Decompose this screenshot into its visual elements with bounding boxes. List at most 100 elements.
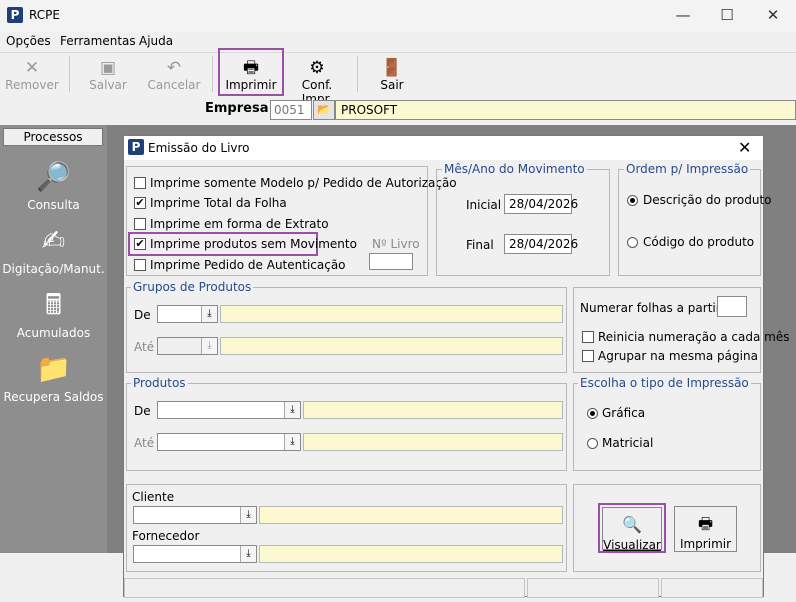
checkbox-modelo-pedido[interactable] <box>134 177 146 189</box>
fornecedor-label: Fornecedor <box>132 529 200 543</box>
n-livro-input[interactable] <box>369 253 413 270</box>
ordem-title: Ordem p/ Impressão <box>624 162 751 176</box>
radio-codigo[interactable] <box>627 237 638 248</box>
menu-ajuda[interactable]: Ajuda <box>139 34 173 48</box>
produtos-title: Produtos <box>131 376 188 390</box>
dropdown-arrow-icon[interactable]: ⤓ <box>240 507 256 523</box>
sidebar-item-recupera-saldos[interactable]: 📁 Recupera Saldos <box>0 352 107 404</box>
produtos-ate-label: Até <box>134 436 155 450</box>
option-label: Imprime somente Modelo p/ Pedido de Auto… <box>150 176 457 190</box>
minimize-button[interactable]: — <box>660 0 706 32</box>
tipo-impressao-group <box>573 383 761 471</box>
floppy-disk-icon: ▣ <box>99 58 117 78</box>
produtos-de-desc <box>303 401 563 419</box>
grupos-ate-label: Até <box>134 340 155 354</box>
dropdown-arrow-icon[interactable]: ⤓ <box>284 434 300 450</box>
conf-impr-button[interactable]: ⚙ Conf. Impr. <box>285 54 349 106</box>
close-window-button[interactable]: ✕ <box>750 0 796 32</box>
sidebar-item-consulta[interactable]: 🔎 Consulta <box>0 160 107 212</box>
hand-writing-icon: ✍ <box>41 224 66 257</box>
menu-opcoes[interactable]: Opções <box>6 34 51 48</box>
x-icon: ✕ <box>24 58 40 78</box>
maximize-button[interactable]: ☐ <box>704 0 750 32</box>
imprimir-toolbar-button[interactable]: 🖶 Imprimir <box>218 48 284 96</box>
checkbox-extrato[interactable] <box>134 218 146 230</box>
cliente-combo[interactable]: ⤓ <box>133 506 257 524</box>
dropdown-arrow-icon[interactable]: ⤓ <box>201 338 217 354</box>
produtos-de-label: De <box>134 404 151 418</box>
status-panel <box>661 578 763 598</box>
checkbox-reinicia-numeracao[interactable] <box>582 331 594 343</box>
grupos-de-desc <box>220 305 563 323</box>
produtos-group <box>126 383 567 471</box>
grupos-de-combo[interactable]: ⤓ <box>157 305 218 323</box>
dropdown-arrow-icon[interactable]: ⤓ <box>240 546 256 562</box>
produtos-de-combo[interactable]: ⤓ <box>157 401 301 419</box>
option-label: Imprime Total da Folha <box>150 196 287 210</box>
ordem-group <box>618 169 761 276</box>
sidebar-item-digitacao[interactable]: ✍ Digitação/Manut. <box>0 224 107 276</box>
folder-recover-icon: 📁 <box>36 352 71 385</box>
window-title: RCPE <box>29 8 60 22</box>
sidebar-item-acumulados[interactable]: 🖩 Acumulados <box>0 288 107 340</box>
dialog-title: Emissão do Livro <box>148 141 250 155</box>
option-label: Imprime Pedido de Autenticação <box>150 258 346 272</box>
dropdown-arrow-icon[interactable]: ⤓ <box>284 402 300 418</box>
option-label: Imprime em forma de Extrato <box>150 217 329 231</box>
calculator-icon: 🖩 <box>45 288 62 321</box>
produtos-ate-combo[interactable]: ⤓ <box>157 433 301 451</box>
status-panel <box>124 578 525 598</box>
grupos-ate-combo[interactable]: ⤓ <box>157 337 218 355</box>
checkbox-pedido-autenticacao[interactable] <box>134 259 146 271</box>
radio-codigo-label: Código do produto <box>643 235 755 249</box>
grupos-de-label: De <box>134 308 151 322</box>
processos-header: Processos <box>3 128 103 146</box>
empresa-code-field[interactable]: 0051 <box>270 100 312 120</box>
final-label: Final <box>466 238 494 252</box>
final-date-input[interactable]: 28/04/2026 <box>504 234 578 254</box>
inicial-label: Inicial <box>466 198 502 212</box>
radio-matricial-label: Matricial <box>602 436 654 450</box>
salvar-button[interactable]: ▣ Salvar <box>80 54 136 98</box>
checkbox-sem-movimento[interactable]: ✔ <box>134 238 146 250</box>
checkbox-total-folha[interactable]: ✔ <box>134 197 146 209</box>
toolbar-separator <box>357 56 358 92</box>
radio-grafica[interactable] <box>587 408 598 419</box>
mes-ano-title: Mês/Ano do Movimento <box>442 162 587 176</box>
sair-button[interactable]: 🚪 Sair <box>366 54 418 98</box>
preview-magnifier-icon: 🔍 <box>622 515 642 534</box>
visualizar-button[interactable]: 🔍 Visualizar <box>602 507 662 552</box>
imprimir-dialog-button[interactable]: 🖶 Imprimir <box>674 506 737 552</box>
printer-settings-icon: ⚙ <box>309 58 325 78</box>
exit-door-icon: 🚪 <box>381 58 403 78</box>
inicial-date-input[interactable]: 28/04/2026 <box>504 194 578 214</box>
toolbar-separator <box>212 56 213 92</box>
empresa-name-field: PROSOFT <box>335 100 796 120</box>
app-icon: P <box>7 7 23 23</box>
fornecedor-combo[interactable]: ⤓ <box>133 545 257 563</box>
grupos-ate-desc <box>220 337 563 355</box>
magnifier-monitor-icon: 🔎 <box>36 160 71 193</box>
open-folder-icon[interactable]: 📂 <box>313 100 335 120</box>
printer-icon: 🖶 <box>697 514 714 533</box>
option-label: Imprime produtos sem Movimento <box>150 237 357 251</box>
tipo-impressao-title: Escolha o tipo de Impressão <box>578 376 751 390</box>
dropdown-arrow-icon[interactable]: ⤓ <box>201 306 217 322</box>
radio-descricao-label: Descrição do produto <box>643 193 772 207</box>
numerar-label: Numerar folhas a partir de <box>580 301 740 315</box>
produtos-ate-desc <box>303 433 563 451</box>
cliente-label: Cliente <box>132 490 175 504</box>
fornecedor-desc <box>259 545 563 563</box>
checkbox-agrupar[interactable] <box>582 350 594 362</box>
dialog-close-icon[interactable]: ✕ <box>738 138 751 157</box>
reinicia-label: Reinicia numeração a cada mês <box>598 330 790 344</box>
radio-matricial[interactable] <box>587 438 598 449</box>
agrupar-label: Agrupar na mesma página <box>598 349 758 363</box>
printer-icon: 🖶 <box>242 58 260 78</box>
menu-ferramentas[interactable]: Ferramentas <box>60 34 136 48</box>
radio-descricao[interactable] <box>627 195 638 206</box>
cancelar-button[interactable]: ↶ Cancelar <box>146 54 202 98</box>
numerar-input[interactable] <box>717 296 747 317</box>
radio-grafica-label: Gráfica <box>602 406 646 420</box>
remover-button[interactable]: ✕ Remover <box>4 54 60 98</box>
